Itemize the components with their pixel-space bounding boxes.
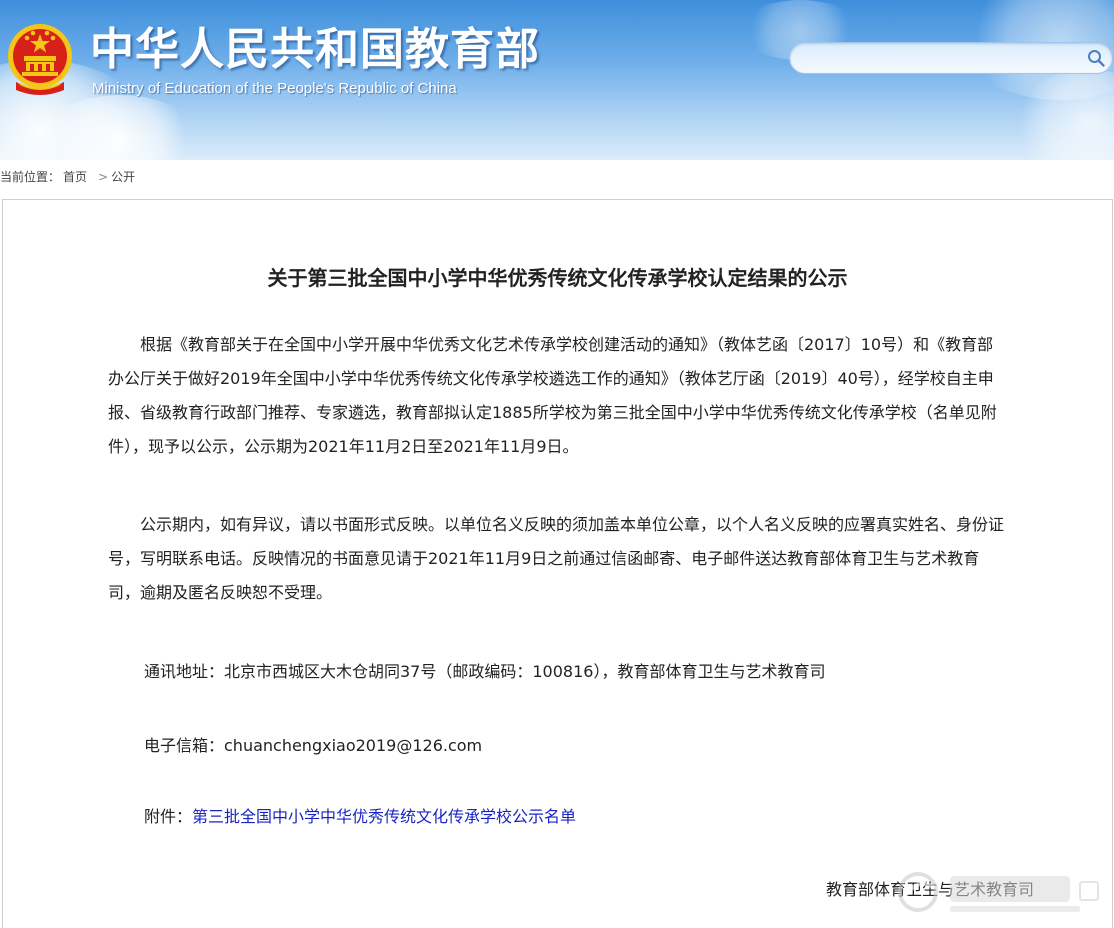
site-title[interactable]: 中华人民共和国教育部	[90, 22, 540, 78]
attachment-link[interactable]: 第三批全国中小学中华优秀传统文化传承学校公示名单	[192, 807, 576, 826]
paragraph-text: 根据《教育部关于在全国中小学开展中华优秀文化艺术传承学校创建活动的通知》（教体艺…	[108, 335, 997, 456]
breadcrumb-item-public[interactable]: 公开	[111, 170, 135, 184]
site-header: 中华人民共和国教育部 Ministry of Education of the …	[0, 0, 1114, 160]
national-emblem-icon[interactable]	[6, 22, 74, 98]
page: 中华人民共和国教育部 Ministry of Education of the …	[0, 0, 1114, 928]
site-subtitle: Ministry of Education of the People's Re…	[92, 80, 457, 97]
breadcrumb: 当前位置： 首页 > 公开	[0, 168, 138, 185]
contact-email: 电子信箱：chuanchengxiao2019@126.com	[144, 736, 483, 755]
breadcrumb-label: 当前位置：	[0, 170, 61, 184]
search-box[interactable]	[789, 42, 1113, 74]
breadcrumb-separator: >	[98, 170, 109, 184]
attachment-line: 附件：第三批全国中小学中华优秀传统文化传承学校公示名单	[144, 803, 576, 827]
contact-address: 通讯地址：北京市西城区大木仓胡同37号（邮政编码：100816），教育部体育卫生…	[144, 662, 826, 681]
search-icon[interactable]	[1086, 48, 1106, 68]
attachment-label: 附件：	[144, 807, 193, 826]
article-content: 关于第三批全国中小学中华优秀传统文化传承学校认定结果的公示 根据《教育部关于在全…	[2, 199, 1113, 928]
paragraph-text: 公示期内，如有异议，请以书面形式反映。以单位名义反映的须加盖本单位公章，以个人名…	[108, 515, 1005, 602]
article-paragraph-1: 根据《教育部关于在全国中小学开展中华优秀文化艺术传承学校创建活动的通知》（教体艺…	[108, 328, 1008, 464]
breadcrumb-item-home[interactable]: 首页	[63, 170, 87, 184]
article-paragraph-2: 公示期内，如有异议，请以书面形式反映。以单位名义反映的须加盖本单位公章，以个人名…	[108, 508, 1008, 610]
site-watermark-logo	[898, 872, 1099, 912]
article-title: 关于第三批全国中小学中华优秀传统文化传承学校认定结果的公示	[267, 266, 848, 290]
search-input[interactable]	[804, 47, 1078, 71]
